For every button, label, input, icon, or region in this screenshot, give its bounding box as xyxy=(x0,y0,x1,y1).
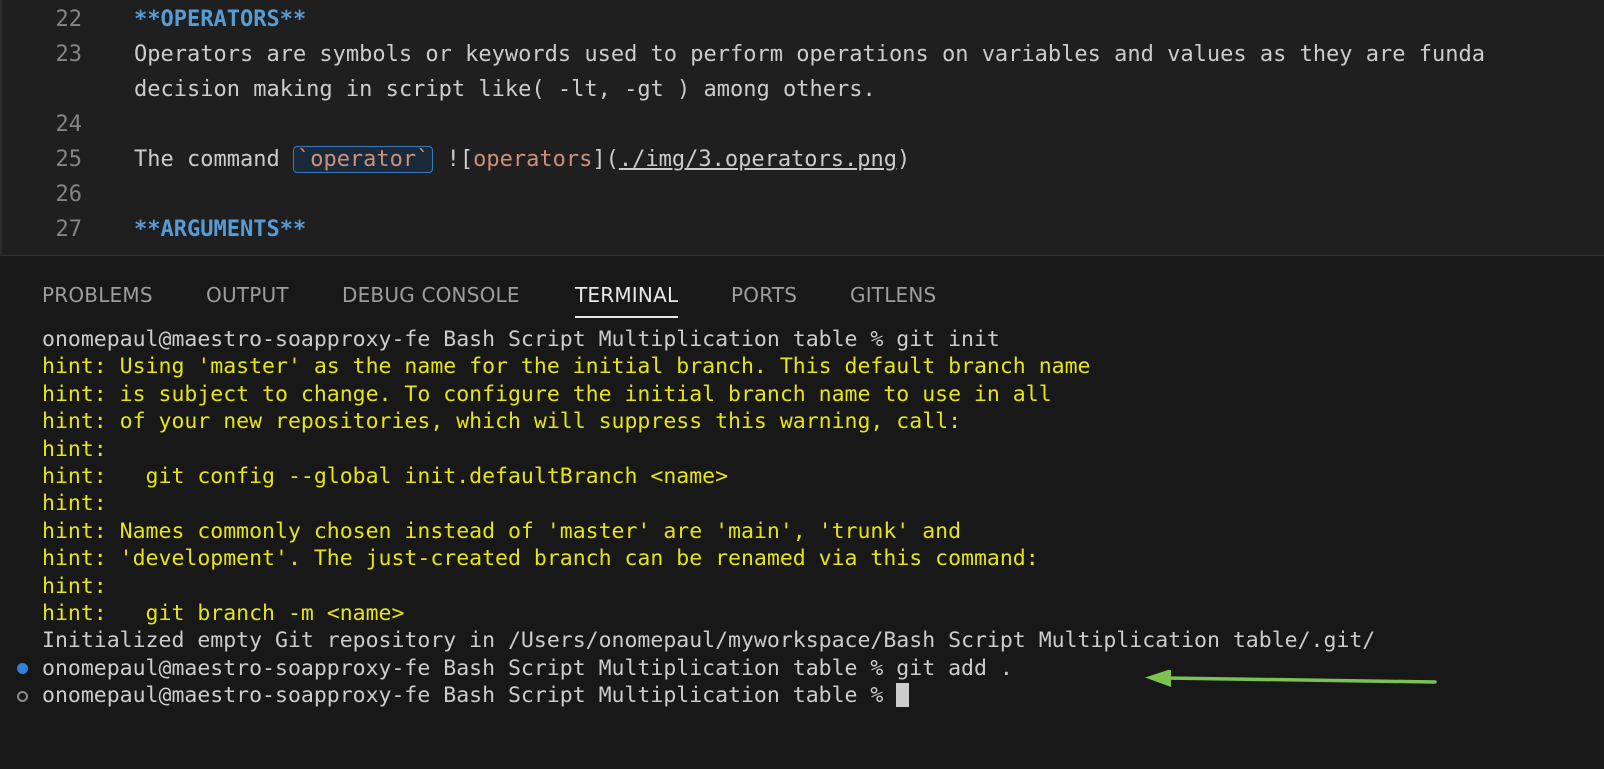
editor-line[interactable]: 23 Operators are symbols or keywords used… xyxy=(0,37,1604,73)
terminal-line-text: Initialized empty Git repository in /Use… xyxy=(42,628,1376,654)
terminal-line: onomepaul@maestro-soapproxy-fe Bash Scri… xyxy=(42,326,1000,354)
terminal-line-text: hint: of your new repositories, which wi… xyxy=(42,409,962,435)
terminal-line: onomepaul@maestro-soapproxy-fe Bash Scri… xyxy=(42,682,910,710)
terminal-line-text: onomepaul@maestro-soapproxy-fe Bash Scri… xyxy=(42,655,1013,681)
terminal-line-text: hint: git branch -m <name> xyxy=(42,601,405,626)
terminal-line: hint: is subject to change. To configure… xyxy=(42,381,1052,409)
terminal-line-text: onomepaul@maestro-soapproxy-fe Bash Scri… xyxy=(42,327,1000,352)
terminal-line-text: hint: xyxy=(42,436,107,462)
terminal-line: hint: xyxy=(42,436,107,464)
terminal-line: hint: xyxy=(42,573,107,601)
left-arrow-icon xyxy=(1145,670,1437,687)
text-segment: ) xyxy=(897,147,911,172)
terminal-line-text: onomepaul@maestro-soapproxy-fe Bash Scri… xyxy=(42,683,897,709)
line-number: 25 xyxy=(55,147,83,172)
text-segment: Operators are symbols or keywords used t… xyxy=(134,42,1486,67)
text-segment: `operator` xyxy=(292,146,434,173)
text-segment: **OPERATORS** xyxy=(134,7,307,32)
line-text: Operators are symbols or keywords used t… xyxy=(134,37,1485,73)
circle-outline-icon[interactable] xyxy=(17,690,28,702)
editor-line[interactable]: 26 xyxy=(0,177,1604,213)
line-number: 27 xyxy=(55,217,83,242)
line-number: 26 xyxy=(55,182,83,207)
editor-line[interactable]: 24 xyxy=(0,107,1604,143)
terminal-line: hint: git branch -m <name> xyxy=(42,600,404,628)
terminal-line: hint: of your new repositories, which wi… xyxy=(42,408,961,436)
text-segment: ![ xyxy=(433,147,474,172)
line-text: **ARGUMENTS** xyxy=(134,212,306,248)
line-number: 24 xyxy=(55,112,83,137)
terminal-line-text: hint: git config --global init.defaultBr… xyxy=(42,464,729,489)
text-segment: decision making in script like( -lt, -gt… xyxy=(134,77,876,102)
tab-problems[interactable]: PROBLEMS xyxy=(42,282,153,308)
terminal-line-text: hint: Using 'master' as the name for the… xyxy=(42,354,1091,380)
text-segment[interactable]: ./img/3.operators.png xyxy=(619,147,897,172)
line-text: **OPERATORS** xyxy=(134,2,306,38)
terminal-line: hint: 'development'. The just-created br… xyxy=(42,545,1039,573)
terminal-line: hint: git config --global init.defaultBr… xyxy=(42,463,728,491)
line-number: 22 xyxy=(55,7,83,32)
tab-ports[interactable]: PORTS xyxy=(731,282,797,308)
editor-line[interactable]: 25 The command `operator` ![operators](./… xyxy=(0,142,1604,178)
text-segment: The command xyxy=(134,147,293,172)
text-segment: ]( xyxy=(592,147,619,172)
line-text: decision making in script like( -lt, -gt… xyxy=(134,72,876,108)
tab-gitlens[interactable]: GITLENS xyxy=(850,282,936,308)
terminal-line: hint: Names commonly chosen instead of '… xyxy=(42,518,961,546)
markdown-editor[interactable]: 22 **OPERATORS** 23 Operators are symbols o… xyxy=(0,0,1604,255)
terminal-line: hint: Using 'master' as the name for the… xyxy=(42,353,1090,381)
tab-terminal[interactable]: TERMINAL xyxy=(575,282,679,318)
terminal-line-text: hint: xyxy=(42,491,107,517)
editor-line[interactable]: 27 **ARGUMENTS** xyxy=(0,212,1604,248)
terminal-cursor xyxy=(896,683,910,708)
text-segment: operators xyxy=(473,147,593,172)
circle-filled-icon[interactable] xyxy=(17,663,28,675)
text-segment: **ARGUMENTS** xyxy=(134,217,307,242)
terminal-line-text: hint: Names commonly chosen instead of '… xyxy=(42,518,962,544)
editor-line[interactable]: decision making in script like( -lt, -gt… xyxy=(0,72,1604,108)
terminal-line-text: hint: xyxy=(42,573,107,599)
terminal-line: onomepaul@maestro-soapproxy-fe Bash Scri… xyxy=(42,655,1013,683)
terminal-line-text: hint: 'development'. The just-created br… xyxy=(42,546,1039,572)
editor-line[interactable]: 22 **OPERATORS** xyxy=(0,2,1604,38)
terminal-line: hint: xyxy=(42,490,107,518)
tab-output[interactable]: OUTPUT xyxy=(206,282,289,308)
terminal-line-text: hint: is subject to change. To configure… xyxy=(42,381,1052,407)
line-number: 23 xyxy=(55,42,83,67)
terminal-line: Initialized empty Git repository in /Use… xyxy=(42,627,1375,655)
bottom-panel: PROBLEMS OUTPUT DEBUG CONSOLE TERMINAL PORTS… xyxy=(0,255,1604,769)
line-text: The command `operator` ![operators](./im… xyxy=(134,142,910,178)
tab-debug-console[interactable]: DEBUG CONSOLE xyxy=(342,282,520,308)
panel-tab-bar: PROBLEMS OUTPUT DEBUG CONSOLE TERMINAL PORTS… xyxy=(0,256,1604,318)
